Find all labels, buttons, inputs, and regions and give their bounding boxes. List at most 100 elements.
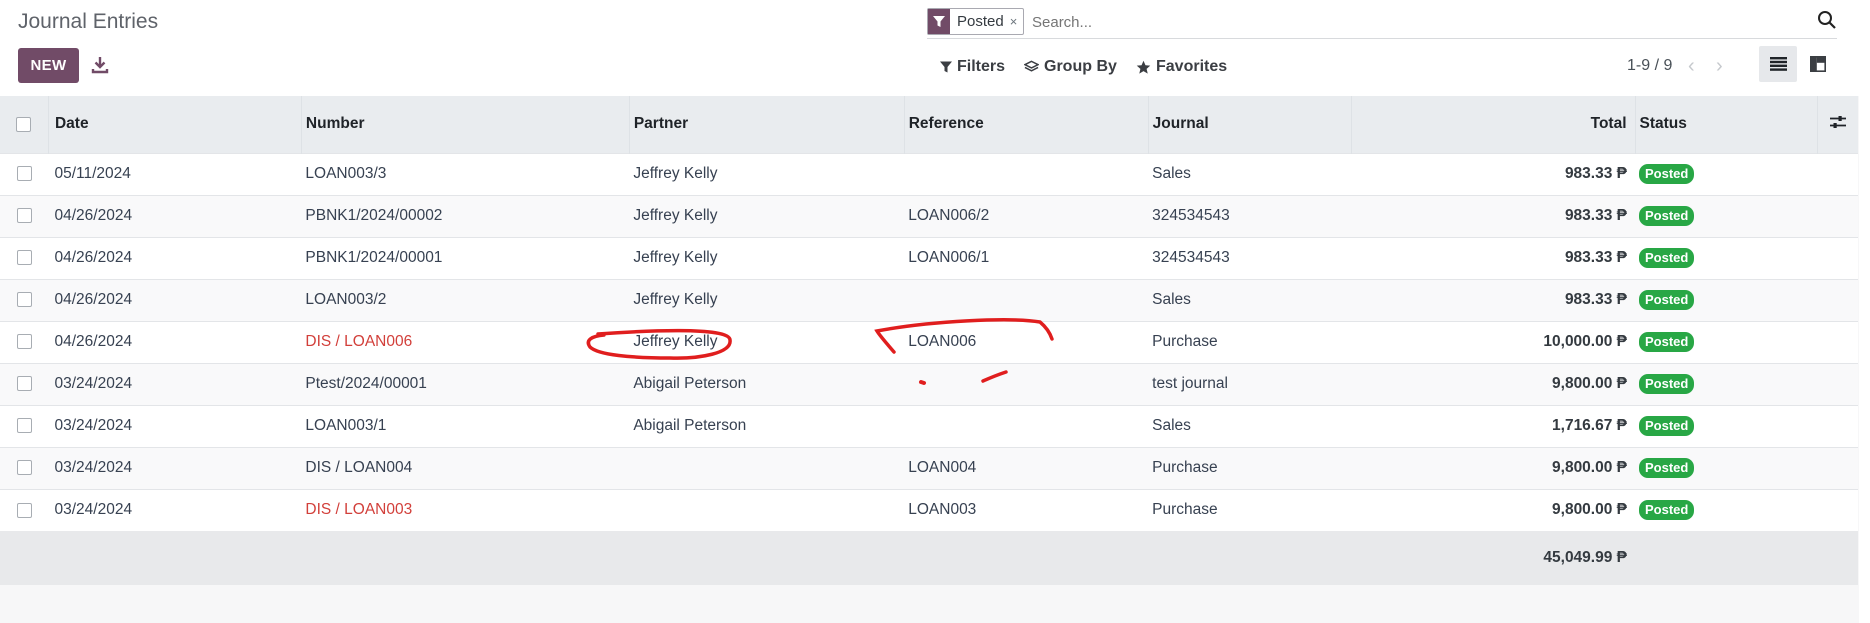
cell-reference <box>904 153 1148 195</box>
pager-previous-icon[interactable]: ‹ <box>1688 55 1695 78</box>
table-row[interactable]: 03/24/2024 Ptest/2024/00001 Abigail Peters… <box>0 363 1858 405</box>
table-row[interactable]: 04/26/2024 LOAN003/2 Jeffrey Kelly Sales 983… <box>0 279 1858 321</box>
cell-journal: Purchase <box>1152 501 1218 519</box>
status-badge: Posted <box>1639 332 1695 352</box>
cell-reference: LOAN006 <box>908 333 977 350</box>
list-view-icon[interactable] <box>1759 46 1797 82</box>
cell-status: Posted <box>1635 363 1818 405</box>
cell-partner <box>629 447 904 489</box>
column-journal[interactable]: Journal <box>1148 96 1352 153</box>
row-checkbox[interactable] <box>0 447 48 489</box>
cell-journal: Sales <box>1152 165 1191 182</box>
control-panel: Journal Entries NEW Posted × Filters Gro… <box>0 0 1870 96</box>
row-checkbox[interactable] <box>0 489 48 531</box>
cell-journal: Sales <box>1152 291 1191 308</box>
status-badge: Posted <box>1639 374 1695 394</box>
search-icon[interactable] <box>1817 10 1837 30</box>
cell-status: Posted <box>1635 405 1818 447</box>
new-button[interactable]: NEW <box>18 48 79 83</box>
filters-button[interactable]: Filters <box>940 58 1005 76</box>
page-title: Journal Entries <box>18 10 159 33</box>
table-row[interactable]: 04/26/2024 PBNK1/2024/00001 Jeffrey Kelly L… <box>0 237 1858 279</box>
row-checkbox[interactable] <box>0 237 48 279</box>
favorites-button[interactable]: Favorites <box>1136 58 1227 76</box>
cell-number: LOAN003/1 <box>305 417 387 434</box>
cell-status: Posted <box>1635 237 1818 279</box>
cell-date: 03/24/2024 <box>54 375 133 392</box>
table-footer-row: 45,049.99 ₱ <box>0 531 1858 585</box>
status-badge: Posted <box>1639 206 1695 226</box>
table-row[interactable]: 04/26/2024 PBNK1/2024/00002 Jeffrey Kelly L… <box>0 195 1858 237</box>
row-checkbox[interactable] <box>0 363 48 405</box>
cell-status: Posted <box>1635 489 1818 531</box>
column-partner[interactable]: Partner <box>629 96 905 153</box>
cell-journal: test journal <box>1152 375 1228 392</box>
column-reference[interactable]: Reference <box>904 96 1149 153</box>
facet-label: Posted <box>957 13 1004 30</box>
cell-reference <box>904 279 1148 321</box>
column-status[interactable]: Status <box>1635 96 1819 153</box>
download-icon[interactable] <box>90 55 110 75</box>
select-all-checkbox[interactable] <box>0 96 49 153</box>
cell-number: PBNK1/2024/00002 <box>305 207 443 224</box>
cell-status: Posted <box>1635 195 1818 237</box>
cell-date: 04/26/2024 <box>54 291 133 308</box>
cell-total: 10,000.00 ₱ <box>1543 333 1627 350</box>
sliders-icon[interactable] <box>1818 96 1858 153</box>
cell-partner: Jeffrey Kelly <box>633 333 718 350</box>
cell-partner: Jeffrey Kelly <box>633 291 718 308</box>
scrollbar[interactable] <box>1859 96 1870 623</box>
column-total[interactable]: Total <box>1351 96 1636 153</box>
cell-journal: Sales <box>1152 417 1191 434</box>
cell-date: 05/11/2024 <box>54 165 131 182</box>
star-icon <box>1136 60 1151 74</box>
cell-journal: 324534543 <box>1152 207 1230 224</box>
cell-total: 1,716.67 ₱ <box>1552 417 1627 434</box>
cell-partner: Jeffrey Kelly <box>633 249 718 266</box>
cell-reference: LOAN006/2 <box>908 207 990 224</box>
cell-number: DIS / LOAN003 <box>305 501 413 519</box>
table-row[interactable]: 03/24/2024 LOAN003/1 Abigail Peterson Sales… <box>0 405 1858 447</box>
table-row[interactable]: 03/24/2024 DIS / LOAN003 LOAN003 Purchase 9,… <box>0 489 1858 531</box>
column-number[interactable]: Number <box>301 96 630 153</box>
cell-reference: LOAN003 <box>908 501 977 519</box>
grand-total: 45,049.99 ₱ <box>1543 549 1627 566</box>
cell-date: 03/24/2024 <box>54 459 133 476</box>
cell-number: LOAN003/2 <box>305 291 387 308</box>
row-checkbox[interactable] <box>0 195 48 237</box>
row-checkbox[interactable] <box>0 405 48 447</box>
cell-status: Posted <box>1635 279 1818 321</box>
group-by-button[interactable]: Group By <box>1024 58 1117 76</box>
facet-remove-icon[interactable]: × <box>1010 9 1024 34</box>
cell-date: 04/26/2024 <box>54 333 133 350</box>
filter-icon <box>940 61 952 72</box>
column-date[interactable]: Date <box>48 96 302 153</box>
pager-next-icon[interactable]: › <box>1716 55 1723 78</box>
cell-reference <box>904 405 1148 447</box>
pager-value[interactable]: 1-9 / 9 <box>1627 57 1672 75</box>
row-checkbox[interactable] <box>0 153 48 195</box>
table-row[interactable]: 05/11/2024 LOAN003/3 Jeffrey Kelly Sales 983… <box>0 153 1858 195</box>
cell-status: Posted <box>1635 321 1818 363</box>
table-row[interactable]: 03/24/2024 DIS / LOAN004 LOAN004 Purchase 9,… <box>0 447 1858 489</box>
cell-number: DIS / LOAN004 <box>305 459 413 476</box>
cell-reference <box>904 363 1148 405</box>
cell-status: Posted <box>1635 447 1818 489</box>
cell-total: 983.33 ₱ <box>1564 207 1627 224</box>
search-facet-posted[interactable]: Posted × <box>927 8 1025 35</box>
status-badge: Posted <box>1639 164 1695 184</box>
row-checkbox[interactable] <box>0 279 48 321</box>
cell-date: 03/24/2024 <box>54 501 133 519</box>
cell-partner: Jeffrey Kelly <box>633 207 718 224</box>
layers-icon <box>1024 60 1039 72</box>
status-badge: Posted <box>1639 290 1695 310</box>
row-checkbox[interactable] <box>0 321 48 363</box>
cell-number: DIS / LOAN006 <box>305 333 413 350</box>
table-row[interactable]: 04/26/2024 DIS / LOAN006 Jeffrey Kelly LOAN… <box>0 321 1858 363</box>
filter-icon <box>928 9 950 34</box>
cell-total: 9,800.00 ₱ <box>1552 501 1627 519</box>
group-by-label: Group By <box>1044 58 1117 75</box>
status-badge: Posted <box>1639 248 1695 268</box>
search-input[interactable] <box>1030 10 1734 34</box>
kanban-view-icon[interactable] <box>1799 46 1837 82</box>
